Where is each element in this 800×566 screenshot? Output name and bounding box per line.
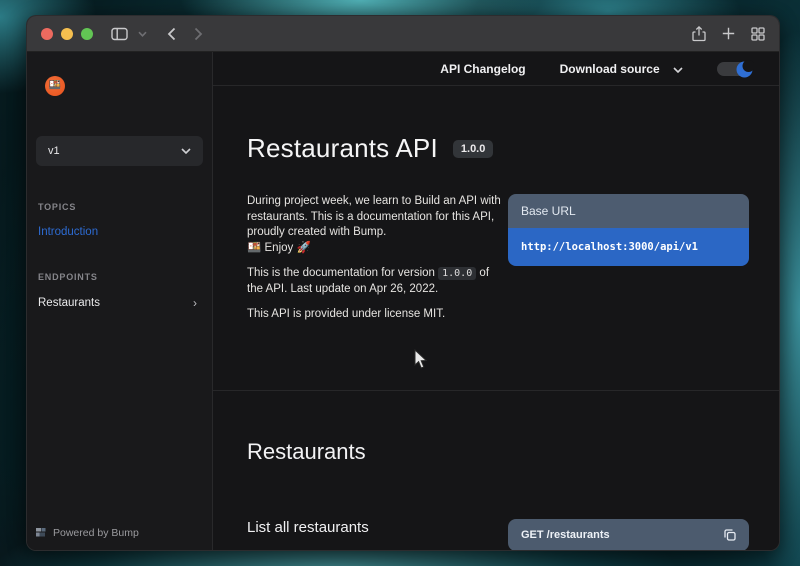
download-source-label: Download source [560, 62, 660, 76]
introduction-section: Restaurants API 1.0.0 During project wee… [213, 86, 779, 391]
powered-by-bump[interactable]: Powered by Bump [36, 527, 139, 539]
docs-header: API Changelog Download source [213, 52, 779, 86]
intro-paragraph-1: During project week, we learn to Build a… [247, 195, 501, 238]
version-badge: 1.0.0 [453, 140, 493, 158]
tab-overview-icon[interactable] [751, 27, 765, 41]
endpoints-section-label: ENDPOINTS [38, 272, 203, 282]
browser-window: 🍱 v1 TOPICS Introduction ENDPOINTS Resta… [26, 15, 780, 551]
sidebar-toggle-icon[interactable] [111, 27, 128, 41]
sidebar-item-label: Restaurants [38, 297, 100, 309]
version-selector[interactable]: v1 [36, 136, 203, 166]
operation-title: List all restaurants [247, 519, 369, 536]
forward-button[interactable] [194, 27, 203, 41]
moon-icon [735, 60, 754, 79]
intro-p2-before: This is the documentation for version [247, 267, 438, 279]
api-logo[interactable]: 🍱 [45, 76, 65, 96]
back-button[interactable] [167, 27, 176, 41]
intro-paragraph-2: This is the documentation for version 1.… [247, 266, 505, 297]
version-selector-value: v1 [48, 145, 60, 157]
traffic-lights [41, 28, 93, 40]
base-url-card: Base URL http://localhost:3000/api/v1 [508, 194, 749, 266]
dark-mode-toggle[interactable] [717, 62, 751, 76]
chevron-right-icon: › [193, 296, 197, 310]
api-changelog-link[interactable]: API Changelog [440, 62, 525, 76]
endpoint-method-path: GET /restaurants [521, 529, 610, 541]
base-url-label: Base URL [508, 194, 749, 228]
docs-main: API Changelog Download source [213, 52, 779, 551]
topics-section-label: TOPICS [38, 202, 203, 212]
introduction-text: During project week, we learn to Build a… [247, 194, 505, 323]
new-tab-icon[interactable] [722, 27, 735, 40]
zoom-window-button[interactable] [81, 28, 93, 40]
minimize-window-button[interactable] [61, 28, 73, 40]
sidebar-item-restaurants[interactable]: Restaurants › [38, 296, 203, 310]
powered-by-label: Powered by Bump [53, 527, 139, 539]
sidebar-item-introduction[interactable]: Introduction [38, 226, 203, 238]
copy-icon[interactable] [724, 529, 736, 541]
mouse-cursor [414, 349, 428, 370]
base-url-value[interactable]: http://localhost:3000/api/v1 [508, 228, 749, 266]
endpoint-badge-card[interactable]: GET /restaurants [508, 519, 749, 551]
share-icon[interactable] [692, 26, 706, 42]
browser-titlebar [27, 16, 779, 52]
intro-emoji-line: 🍱 Enjoy 🚀 [247, 242, 311, 254]
chevron-down-icon[interactable] [138, 31, 147, 37]
intro-paragraph-3: This API is provided under license MIT. [247, 307, 505, 323]
page-title: Restaurants API [247, 133, 438, 164]
api-logo-emoji: 🍱 [49, 81, 61, 91]
inline-version-code: 1.0.0 [438, 267, 476, 280]
docs-sidebar: 🍱 v1 TOPICS Introduction ENDPOINTS Resta… [27, 52, 213, 551]
chevron-down-icon [181, 148, 191, 154]
chevron-down-icon [673, 65, 683, 75]
bump-logo-icon [36, 528, 47, 539]
close-window-button[interactable] [41, 28, 53, 40]
section-title: Restaurants [247, 439, 749, 465]
download-source-dropdown[interactable]: Download source [560, 62, 683, 76]
restaurants-section: Restaurants List all restaurants GET /re… [213, 391, 779, 551]
